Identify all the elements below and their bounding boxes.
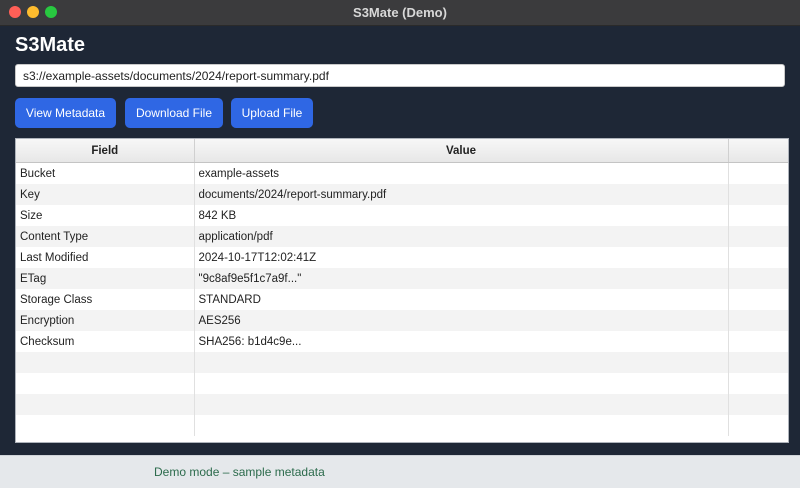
- table-row[interactable]: ETag "9c8af9e5f1c7a9f...": [16, 268, 788, 289]
- value-cell: STANDARD: [194, 289, 729, 310]
- table-row[interactable]: Encryption AES256: [16, 310, 788, 331]
- extra-cell: [728, 162, 788, 184]
- field-cell: Last Modified: [16, 247, 195, 268]
- table-row[interactable]: [16, 352, 788, 373]
- extra-cell: [728, 415, 788, 436]
- extra-cell: [728, 310, 788, 331]
- table-row[interactable]: Storage Class STANDARD: [16, 289, 788, 310]
- extra-cell: [728, 268, 788, 289]
- value-cell: [194, 415, 729, 436]
- value-cell: 2024-10-17T12:02:41Z: [194, 247, 729, 268]
- field-cell: Size: [16, 205, 195, 226]
- value-cell: SHA256: b1d4c9e...: [194, 331, 729, 352]
- table-row[interactable]: [16, 373, 788, 394]
- value-cell: example-assets: [194, 162, 729, 184]
- status-text: Demo mode – sample metadata: [154, 465, 325, 479]
- app-title: S3Mate: [15, 34, 86, 56]
- field-cell: Storage Class: [16, 289, 195, 310]
- table-row[interactable]: [16, 394, 788, 415]
- table-row[interactable]: Key documents/2024/report-summary.pdf: [16, 184, 788, 205]
- extra-cell: [728, 247, 788, 268]
- extra-cell: [728, 184, 788, 205]
- extra-cell: [728, 205, 788, 226]
- extra-cell: [728, 331, 788, 352]
- table-row[interactable]: Last Modified 2024-10-17T12:02:41Z: [16, 247, 788, 268]
- table-row[interactable]: Bucket example-assets: [16, 162, 788, 184]
- view-metadata-button[interactable]: View Metadata: [15, 98, 116, 128]
- app-window: S3Mate (Demo) S3Mate View Metadata Downl…: [0, 0, 800, 488]
- upload-file-button[interactable]: Upload File: [231, 98, 313, 128]
- metadata-table[interactable]: Field Value Bucket example-assets Key docu…: [15, 138, 789, 443]
- extra-cell: [728, 226, 788, 247]
- field-cell: Bucket: [16, 162, 195, 184]
- column-header-field[interactable]: Field: [16, 139, 195, 163]
- field-cell: [16, 352, 195, 373]
- value-cell: [194, 352, 729, 373]
- value-cell: documents/2024/report-summary.pdf: [194, 184, 729, 205]
- field-cell: [16, 394, 195, 415]
- value-cell: AES256: [194, 310, 729, 331]
- field-cell: [16, 415, 195, 436]
- field-cell: Checksum: [16, 331, 195, 352]
- status-bar: Demo mode – sample metadata: [0, 455, 800, 488]
- value-cell: [194, 373, 729, 394]
- table-header-row: Field Value: [16, 139, 788, 163]
- field-cell: ETag: [16, 268, 195, 289]
- value-cell: [194, 394, 729, 415]
- window-title: S3Mate (Demo): [353, 5, 447, 20]
- value-cell: "9c8af9e5f1c7a9f...": [194, 268, 729, 289]
- value-cell: application/pdf: [194, 226, 729, 247]
- field-cell: Key: [16, 184, 195, 205]
- download-file-button[interactable]: Download File: [125, 98, 223, 128]
- field-cell: Content Type: [16, 226, 195, 247]
- extra-cell: [728, 352, 788, 373]
- extra-cell: [728, 373, 788, 394]
- extra-cell: [728, 394, 788, 415]
- column-header-extra[interactable]: [728, 139, 788, 163]
- value-cell: 842 KB: [194, 205, 729, 226]
- table-row[interactable]: Size 842 KB: [16, 205, 788, 226]
- title-bar: S3Mate (Demo): [0, 0, 800, 26]
- field-cell: Encryption: [16, 310, 195, 331]
- table-row[interactable]: Content Type application/pdf: [16, 226, 788, 247]
- column-header-value[interactable]: Value: [194, 139, 729, 163]
- field-cell: [16, 373, 195, 394]
- table-row[interactable]: Checksum SHA256: b1d4c9e...: [16, 331, 788, 352]
- s3-path-input[interactable]: [15, 64, 785, 87]
- extra-cell: [728, 289, 788, 310]
- table-row[interactable]: [16, 415, 788, 436]
